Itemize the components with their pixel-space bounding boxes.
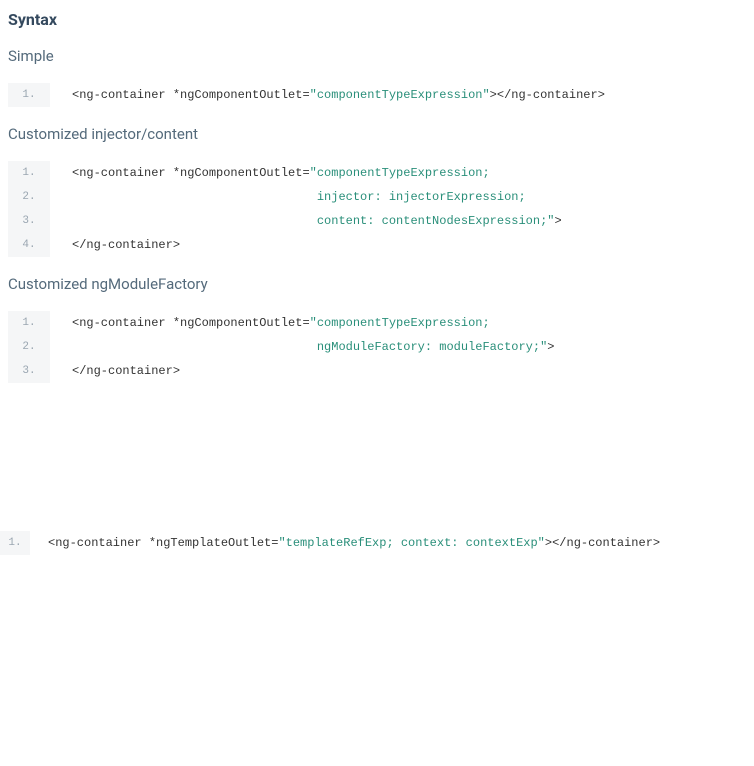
- code-content: injector: injectorExpression;: [50, 185, 526, 209]
- code-string: injector: injectorExpression;: [72, 190, 526, 204]
- line-number: 4.: [8, 233, 50, 257]
- code-content: <ng-container *ngTemplateOutlet="templat…: [30, 531, 660, 555]
- code-line: 4. </ng-container>: [8, 233, 746, 257]
- code-tag: </ng-container>: [72, 238, 180, 252]
- code-tag: ></ng-container>: [490, 88, 605, 102]
- code-tag: >: [554, 214, 561, 228]
- code-tag: <ng-container *ngTemplateOutlet=: [48, 536, 278, 550]
- code-string: "componentTypeExpression;: [310, 316, 490, 330]
- code-string: "componentTypeExpression": [310, 88, 490, 102]
- code-tag: <ng-container *ngComponentOutlet=: [72, 316, 310, 330]
- code-tag: ></ng-container>: [545, 536, 660, 550]
- code-content: <ng-container *ngComponentOutlet="compon…: [50, 83, 605, 107]
- code-line: 1. <ng-container *ngComponentOutlet="com…: [8, 83, 746, 107]
- code-block-template: 1. <ng-container *ngTemplateOutlet="temp…: [0, 531, 746, 555]
- line-number: 1.: [8, 161, 50, 185]
- line-number: 3.: [8, 209, 50, 233]
- section-heading: Syntax: [8, 10, 746, 29]
- code-content: </ng-container>: [50, 233, 180, 257]
- spacer: [8, 401, 746, 531]
- code-string: content: contentNodesExpression;: [72, 214, 547, 228]
- code-content: <ng-container *ngComponentOutlet="compon…: [50, 311, 490, 335]
- code-line: 1. <ng-container *ngComponentOutlet="com…: [8, 161, 746, 185]
- code-block-simple: 1. <ng-container *ngComponentOutlet="com…: [8, 83, 746, 107]
- code-string: ngModuleFactory: moduleFactory;: [72, 340, 540, 354]
- code-tag: </ng-container>: [72, 364, 180, 378]
- code-line: 1. <ng-container *ngTemplateOutlet="temp…: [0, 531, 746, 555]
- subheading-factory: Customized ngModuleFactory: [8, 275, 746, 293]
- code-string: "templateRefExp; context: contextExp": [278, 536, 544, 550]
- subheading-injector: Customized injector/content: [8, 125, 746, 143]
- code-line: 1. <ng-container *ngComponentOutlet="com…: [8, 311, 746, 335]
- code-content: <ng-container *ngComponentOutlet="compon…: [50, 161, 490, 185]
- code-block-factory: 1. <ng-container *ngComponentOutlet="com…: [8, 311, 746, 383]
- code-string: "componentTypeExpression;: [310, 166, 490, 180]
- code-tag: <ng-container *ngComponentOutlet=: [72, 166, 310, 180]
- line-number: 2.: [8, 335, 50, 359]
- code-content: content: contentNodesExpression;">: [50, 209, 562, 233]
- line-number: 1.: [8, 311, 50, 335]
- code-tag: <ng-container *ngComponentOutlet=: [72, 88, 310, 102]
- code-block-injector: 1. <ng-container *ngComponentOutlet="com…: [8, 161, 746, 257]
- code-line: 3. content: contentNodesExpression;">: [8, 209, 746, 233]
- code-content: </ng-container>: [50, 359, 180, 383]
- line-number: 1.: [0, 531, 30, 555]
- line-number: 2.: [8, 185, 50, 209]
- code-tag: >: [547, 340, 554, 354]
- subheading-simple: Simple: [8, 47, 746, 65]
- code-line: 2. ngModuleFactory: moduleFactory;">: [8, 335, 746, 359]
- code-line: 3. </ng-container>: [8, 359, 746, 383]
- line-number: 3.: [8, 359, 50, 383]
- line-number: 1.: [8, 83, 50, 107]
- code-content: ngModuleFactory: moduleFactory;">: [50, 335, 554, 359]
- code-line: 2. injector: injectorExpression;: [8, 185, 746, 209]
